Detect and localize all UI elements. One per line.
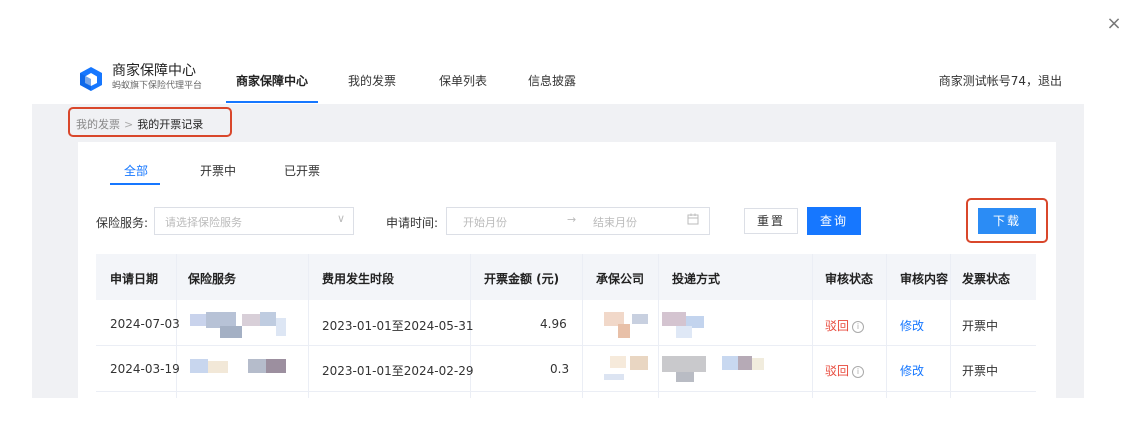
redacted-service-image [190,357,300,383]
query-button[interactable]: 查询 [807,207,861,235]
column-divider [308,254,309,398]
redacted-insurer-image [604,312,650,340]
column-header-invoice-status: 发票状态 [962,272,1011,286]
close-icon[interactable]: × [1104,14,1124,34]
info-icon[interactable]: i [852,366,865,378]
redacted-delivery-image [662,312,708,340]
calendar-icon [687,213,699,225]
cell-amount: 4.96 [540,317,567,331]
column-header-insurer: 承保公司 [596,272,645,286]
brand-title: 商家保障中心 [112,63,196,79]
review-status-text: 驳回 [825,319,850,333]
end-month-input[interactable]: 结束月份 [593,214,637,230]
column-divider [886,254,887,398]
edit-link[interactable]: 修改 [900,362,924,379]
brand: 商家保障中心 蚂蚁旗下保险代理平台 [112,62,202,92]
column-divider [812,254,813,398]
review-status-text: 驳回 [825,364,850,378]
review-status-cell: 驳回 i [825,362,865,379]
start-month-input[interactable]: 开始月份 [463,214,507,230]
time-filter-label: 申请时间: [386,216,439,230]
cell-invoice-status: 开票中 [962,319,999,333]
column-header-amount: 开票金额 (元) [484,272,560,286]
service-select-placeholder: 请选择保险服务 [165,216,242,229]
redacted-delivery-image [662,356,768,384]
nav-info-disclosure[interactable]: 信息披露 [528,72,576,89]
tab-active-indicator [110,183,160,185]
download-button[interactable]: 下载 [978,208,1036,234]
column-divider [658,254,659,398]
table-row [96,392,1036,398]
redacted-insurer-image [604,356,650,384]
cell-period: 2023-01-01至2024-05-31 [322,319,474,333]
column-divider [950,254,951,398]
nav-active-indicator [226,101,318,103]
redacted-service-image [190,312,300,340]
cell-amount: 0.3 [550,362,570,376]
nav-policy-list[interactable]: 保单列表 [439,72,487,89]
tab-all[interactable]: 全部 [124,162,148,179]
account-logout-link[interactable]: 商家测试帐号74，退出 [939,72,1062,89]
breadcrumb-current: 我的开票记录 [137,118,204,131]
column-header-review-content: 审核内容 [900,272,949,286]
breadcrumb-parent-link[interactable]: 我的发票 [76,118,120,131]
brand-subtitle: 蚂蚁旗下保险代理平台 [112,81,203,91]
service-filter-label: 保险服务: [96,216,149,230]
top-header: 商家保障中心 蚂蚁旗下保险代理平台 商家保障中心 我的发票 保单列表 信息披露 … [0,58,1148,104]
column-header-service: 保险服务 [188,272,237,286]
breadcrumb-separator: > [124,118,134,131]
cell-date: 2024-03-19 [110,362,180,376]
breadcrumb: 我的发票 > 我的开票记录 [76,116,203,132]
tab-invoiced[interactable]: 已开票 [284,162,320,179]
brand-logo-icon [80,67,102,91]
tab-invoicing[interactable]: 开票中 [200,162,236,179]
info-icon[interactable]: i [852,321,865,333]
service-select[interactable]: 请选择保险服务 ∨ [154,207,354,235]
cell-invoice-status: 开票中 [962,364,999,378]
reset-button[interactable]: 重置 [744,208,798,234]
cell-period: 2023-01-01至2024-02-29 [322,364,474,378]
nav-my-invoices[interactable]: 我的发票 [348,72,396,89]
nav-merchant-center[interactable]: 商家保障中心 [236,72,308,89]
column-header-period: 费用发生时段 [322,272,395,286]
column-header-delivery: 投递方式 [672,272,721,286]
range-arrow-icon: → [567,213,577,226]
table-header [96,254,1036,300]
chevron-down-icon: ∨ [336,212,345,225]
column-header-review-status: 审核状态 [825,272,874,286]
column-divider [582,254,583,398]
edit-link[interactable]: 修改 [900,317,924,334]
review-status-cell: 驳回 i [825,317,865,334]
cell-date: 2024-07-03 [110,317,180,331]
month-range-picker[interactable]: 开始月份 → 结束月份 [446,207,710,235]
column-header-date: 申请日期 [110,272,159,286]
